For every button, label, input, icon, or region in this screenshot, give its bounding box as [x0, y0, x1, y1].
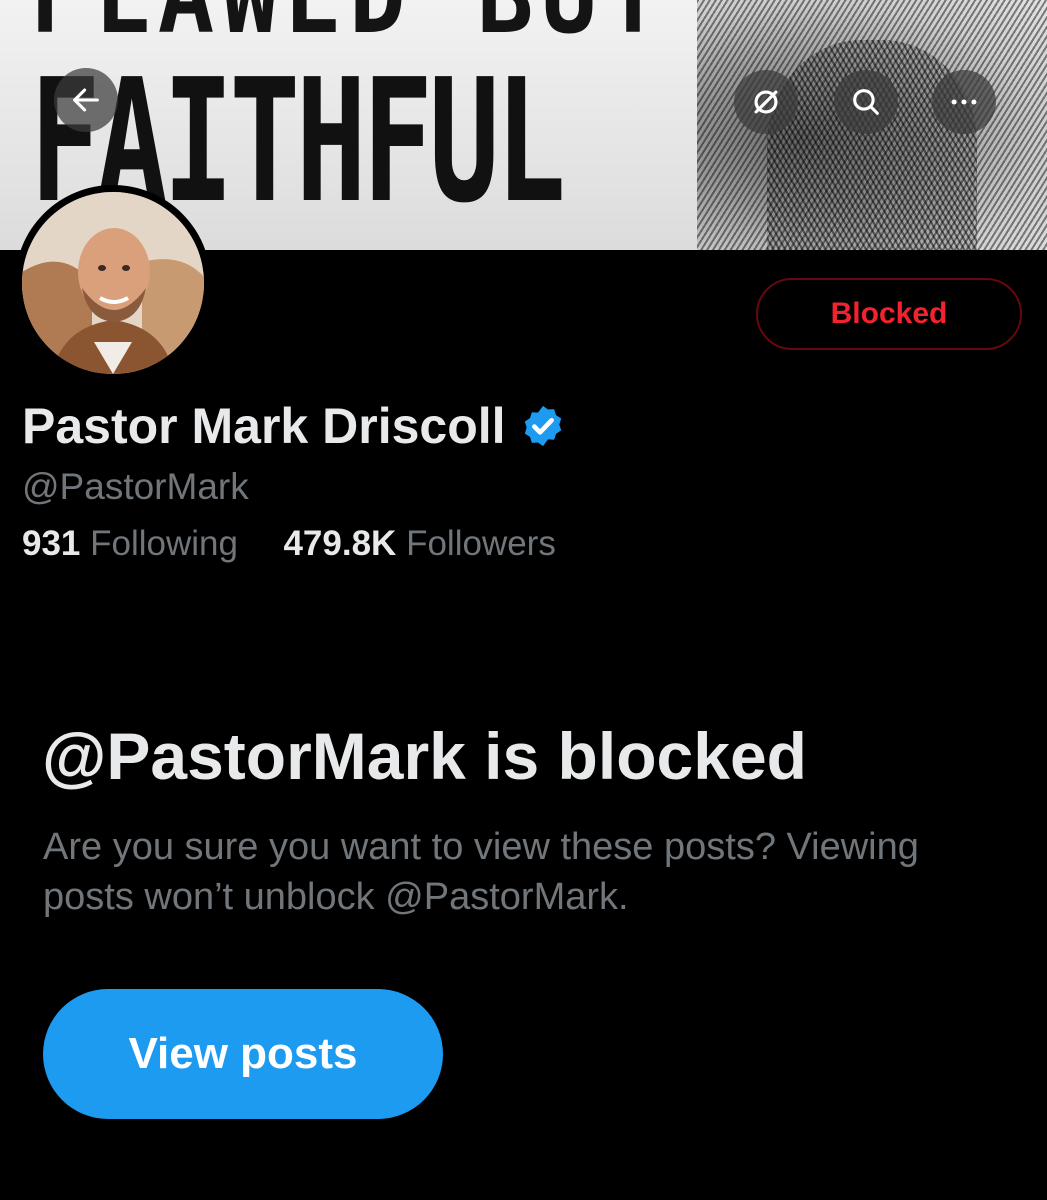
view-posts-button[interactable]: View posts — [43, 989, 443, 1119]
followers-label: Followers — [406, 524, 556, 563]
back-button[interactable] — [54, 68, 118, 132]
search-button[interactable] — [834, 70, 898, 134]
blocked-notice-description: Are you sure you want to view these post… — [43, 826, 919, 918]
more-horizontal-icon — [951, 99, 977, 105]
following-label: Following — [90, 524, 238, 563]
arrow-left-icon — [73, 88, 99, 112]
blocked-notice-title: @PastorMark is blocked — [42, 719, 807, 793]
followers-link[interactable]: 479.8K Followers — [283, 524, 555, 563]
following-link[interactable]: 931 Following — [22, 524, 248, 563]
grok-button[interactable] — [734, 70, 798, 134]
search-icon — [853, 89, 879, 115]
slashed-circle-icon — [754, 90, 778, 114]
more-button[interactable] — [932, 70, 996, 134]
avatar[interactable] — [15, 185, 211, 381]
profile-stats: 931 Following 479.8K Followers — [22, 524, 556, 564]
avatar-photo — [22, 192, 204, 374]
blocked-button[interactable]: Blocked — [756, 278, 1022, 350]
profile-handle: @PastorMark — [22, 466, 249, 507]
verified-badge-icon[interactable] — [520, 403, 566, 449]
profile-display-name: Pastor Mark Driscoll — [22, 397, 566, 455]
display-name-text: Pastor Mark Driscoll — [22, 398, 506, 454]
followers-count: 479.8K — [283, 524, 397, 563]
avatar-illustration — [22, 192, 204, 374]
following-count: 931 — [22, 524, 81, 563]
